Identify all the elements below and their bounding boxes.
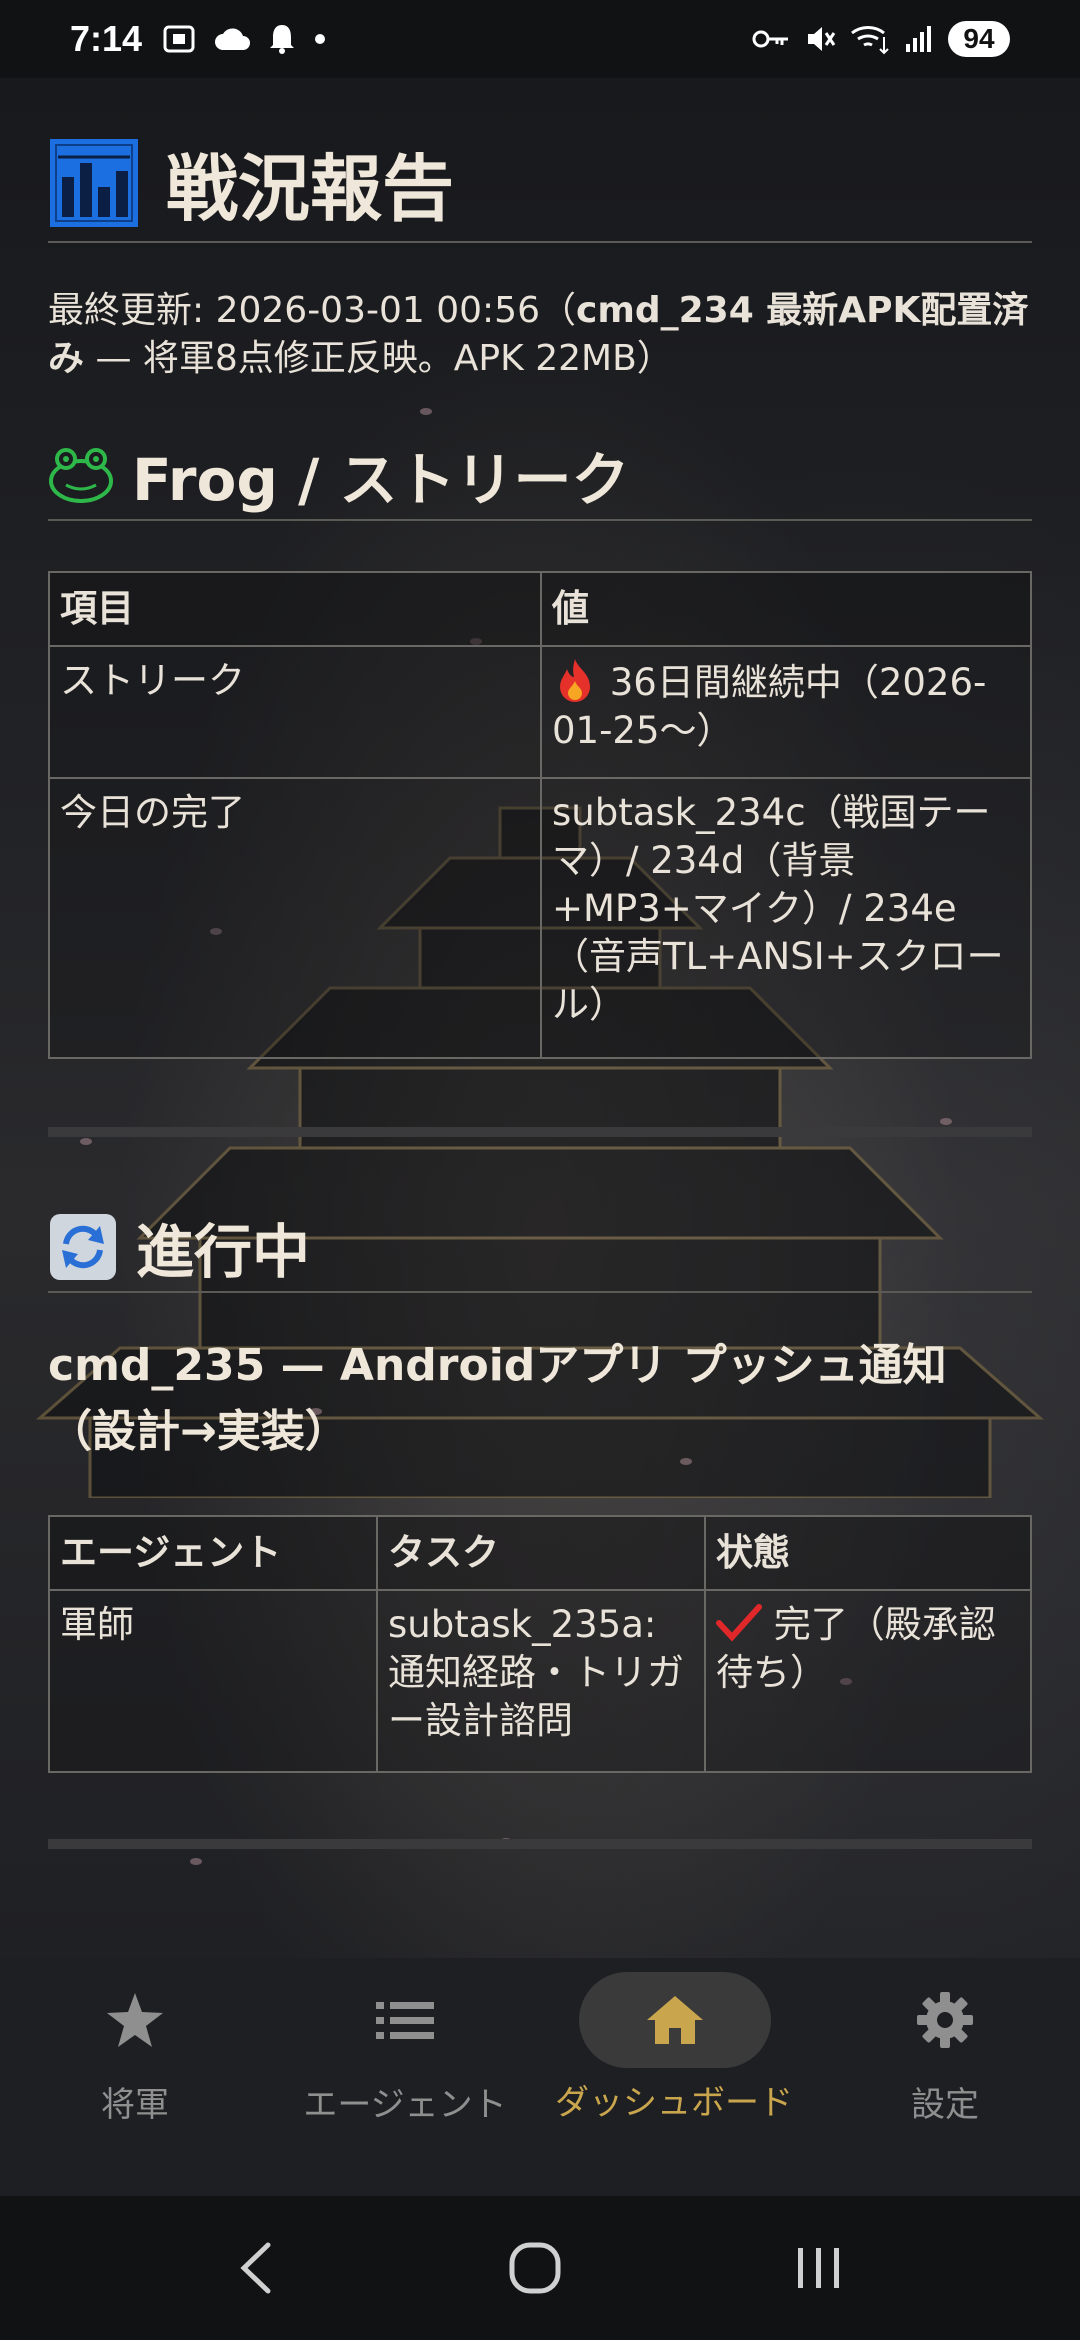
- gear-icon: [917, 1992, 973, 2048]
- section-divider: [48, 1127, 1032, 1137]
- column-header-task: タスク: [376, 1515, 706, 1591]
- signal-icon: [906, 26, 931, 52]
- page-title: 戦況報告: [166, 147, 455, 231]
- streak-value-cell: 36日間継続中（2026-01-25〜）: [540, 645, 1032, 779]
- streak-table: 項目 値 ストリーク 36日間継続中（2026-01-25〜） 今日の完了 su…: [48, 571, 1032, 1059]
- frog-icon: [49, 448, 113, 503]
- key-icon: [752, 30, 788, 48]
- table-row: 軍師 subtask_235a: 通知経路・トリガー設計諮問 完了（殿承認待ち）: [48, 1589, 1032, 1773]
- column-header-agent: エージェント: [48, 1515, 378, 1591]
- nav-label-shogun: 将軍: [101, 2085, 169, 2125]
- dashboard-content: 戦況報告 最終更新: 2026-03-01 00:56（cmd_234 最新AP…: [48, 130, 1032, 1849]
- fire-icon: [560, 659, 590, 702]
- completed-value: subtask_234c（戦国テーマ）/ 234d（背景+MP3+マイク）/ 2…: [540, 777, 1032, 1059]
- column-header-status: 状態: [704, 1515, 1032, 1591]
- frog-heading: Frog / ストリーク: [132, 446, 630, 514]
- table-row: ストリーク 36日間継続中（2026-01-25〜）: [48, 645, 1032, 779]
- agent-cell: 軍師: [48, 1589, 378, 1773]
- dot-icon: [315, 34, 326, 44]
- nav-icon-container: [39, 1972, 231, 2068]
- section-divider: [48, 1839, 1032, 1849]
- table-header-row: 項目 値: [48, 571, 1032, 647]
- bar-chart-icon: [50, 138, 138, 227]
- column-header-value: 値: [540, 571, 1032, 647]
- last-updated: 最終更新: 2026-03-01 00:56（cmd_234 最新APK配置済み…: [48, 287, 1032, 383]
- task-title: cmd_235 — Androidアプリ プッシュ通知（設計→実装）: [48, 1340, 947, 1457]
- back-icon[interactable]: [236, 2241, 276, 2295]
- home-circle-icon[interactable]: [508, 2241, 562, 2295]
- nav-item-shogun[interactable]: 将軍: [0, 1958, 270, 2196]
- nav-label-dashboard: ダッシュボード: [555, 2083, 793, 2123]
- progress-heading: 進行中: [136, 1218, 311, 1286]
- progress-section-heading: 進行中: [48, 1205, 1032, 1293]
- wifi-icon: [851, 26, 889, 55]
- table-header-row: エージェント タスク 状態: [48, 1515, 1032, 1591]
- agent-task-table: エージェント タスク 状態 軍師 subtask_235a: 通知経路・トリガー…: [48, 1515, 1032, 1773]
- star-icon: [107, 1993, 163, 2047]
- home-icon: [647, 1996, 703, 2044]
- completed-label: 今日の完了: [48, 777, 542, 1059]
- battery-indicator: 94: [948, 21, 1010, 57]
- nav-item-dashboard[interactable]: ダッシュボード: [540, 1958, 810, 2196]
- updated-suffix: — 将軍8点修正反映。APK 22MB）: [84, 338, 673, 379]
- nav-icon-container: [849, 1972, 1041, 2068]
- nav-icon-container: [579, 1972, 771, 2068]
- system-navigation-bar: [0, 2196, 1080, 2340]
- nav-label-settings: 設定: [911, 2085, 979, 2125]
- cloud-icon: [215, 28, 251, 50]
- screenshot-icon: [163, 25, 195, 53]
- streak-label: ストリーク: [48, 645, 542, 779]
- task-cell: subtask_235a: 通知経路・トリガー設計諮問: [376, 1589, 706, 1773]
- bottom-navigation: 将軍 エージェント ダッシュボード 設定: [0, 1958, 1080, 2196]
- nav-label-agents: エージェント: [303, 2085, 507, 2125]
- nav-icon-container: [309, 1972, 501, 2068]
- status-time: 7:14: [70, 18, 143, 59]
- recents-icon[interactable]: [794, 2244, 844, 2292]
- nav-item-agents[interactable]: エージェント: [270, 1958, 540, 2196]
- bell-icon: [270, 25, 295, 54]
- refresh-icon: [50, 1214, 116, 1280]
- status-cell: 完了（殿承認待ち）: [704, 1589, 1032, 1773]
- list-icon: [376, 2002, 434, 2039]
- column-header-item: 項目: [48, 571, 542, 647]
- streak-value: 36日間継続中（2026-01-25〜）: [552, 661, 987, 752]
- check-icon: [716, 1604, 762, 1642]
- updated-prefix: 最終更新: 2026-03-01 00:56（: [48, 290, 576, 331]
- nav-item-settings[interactable]: 設定: [810, 1958, 1080, 2196]
- page-header: 戦況報告: [48, 130, 1032, 243]
- mute-icon: [808, 27, 836, 51]
- frog-section-heading: Frog / ストリーク: [48, 433, 1032, 521]
- table-row: 今日の完了 subtask_234c（戦国テーマ）/ 234d（背景+MP3+マ…: [48, 777, 1032, 1059]
- status-bar: 7:14 94: [0, 0, 1080, 78]
